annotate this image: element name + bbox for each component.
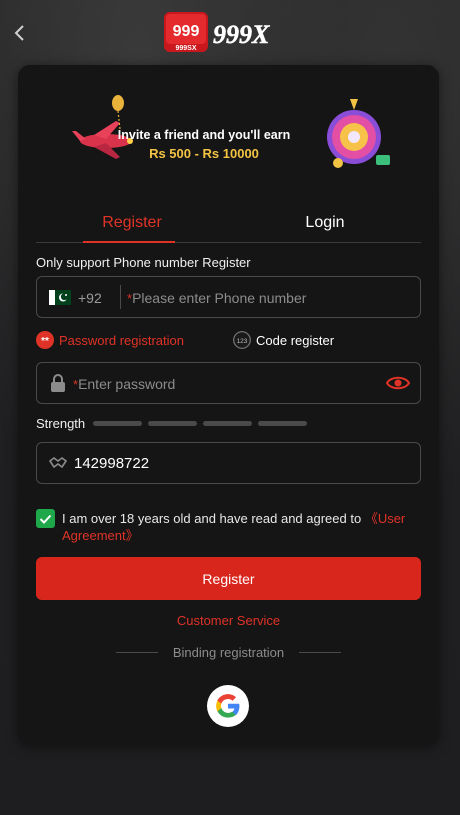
agreement-checkbox[interactable] xyxy=(36,509,55,528)
password-registration-option[interactable]: ** Password registration xyxy=(36,331,184,349)
tab-login-label: Login xyxy=(305,214,345,231)
svg-text:999: 999 xyxy=(173,23,200,40)
password-registration-label: Password registration xyxy=(59,332,184,348)
active-tab-indicator xyxy=(83,241,175,243)
pakistan-flag-icon xyxy=(49,290,71,305)
customer-service-link[interactable]: Customer Service xyxy=(18,613,439,628)
svg-text:999X: 999X xyxy=(213,20,270,49)
handshake-icon xyxy=(49,457,67,469)
svg-text:**: ** xyxy=(41,336,49,347)
code-register-option[interactable]: 123 Code register xyxy=(233,331,334,349)
site-logo: 999 999SX 999X xyxy=(164,12,270,52)
phone-field[interactable]: +92 *Please enter Phone number xyxy=(36,276,421,318)
password-placeholder: Enter password xyxy=(78,376,176,392)
phone-placeholder: Please enter Phone number xyxy=(132,290,307,306)
strength-bar-3 xyxy=(203,421,252,426)
numeric-code-icon: 123 xyxy=(233,331,251,349)
tab-register[interactable]: Register xyxy=(36,203,228,243)
register-card: Invite a friend and you'll earn Rs 500 -… xyxy=(18,65,439,745)
password-input[interactable]: *Enter password xyxy=(73,376,175,392)
svg-text:Rs 500 - Rs 10000: Rs 500 - Rs 10000 xyxy=(149,146,259,161)
back-button[interactable] xyxy=(8,22,30,44)
country-code[interactable]: +92 xyxy=(78,290,102,306)
svg-text:123: 123 xyxy=(237,338,248,345)
auth-tabs: Register Login xyxy=(36,203,421,243)
invite-banner[interactable]: Invite a friend and you'll earn Rs 500 -… xyxy=(54,85,404,185)
tab-register-label: Register xyxy=(102,214,162,231)
phone-input[interactable]: *Please enter Phone number xyxy=(127,290,306,306)
strength-label: Strength xyxy=(36,416,86,431)
lock-icon xyxy=(51,374,65,392)
eye-icon[interactable] xyxy=(386,374,410,392)
binding-registration-label: Binding registration xyxy=(172,645,285,660)
password-dots-icon: ** xyxy=(36,331,54,349)
top-bar: 999 999SX 999X xyxy=(0,0,460,66)
strength-bar-2 xyxy=(148,421,197,426)
password-field[interactable]: *Enter password xyxy=(36,362,421,404)
registration-mode-switch: ** Password registration 123 Code regist… xyxy=(36,331,421,351)
strength-bar-1 xyxy=(93,421,142,426)
support-notice: Only support Phone number Register xyxy=(36,255,251,270)
svg-text:999SX: 999SX xyxy=(175,45,196,52)
chevron-left-icon xyxy=(14,25,24,41)
divider-right xyxy=(299,652,341,653)
google-icon xyxy=(216,694,240,718)
checkmark-icon xyxy=(39,514,52,524)
strength-bar-4 xyxy=(258,421,307,426)
prize-wheel-icon xyxy=(327,99,390,168)
google-login-button[interactable] xyxy=(207,685,249,727)
verification-code-input[interactable]: 142998722 xyxy=(74,455,149,472)
agreement-text: I am over 18 years old and have read and… xyxy=(62,510,418,544)
tab-login[interactable]: Login xyxy=(229,203,421,243)
code-register-label: Code register xyxy=(256,332,335,348)
agreement-statement: I am over 18 years old and have read and… xyxy=(62,511,365,526)
verification-code-field[interactable]: 142998722 xyxy=(36,442,421,484)
register-button[interactable]: Register xyxy=(36,557,421,600)
svg-text:Invite a friend and you'll ear: Invite a friend and you'll earn xyxy=(118,128,290,142)
field-divider xyxy=(120,285,121,309)
